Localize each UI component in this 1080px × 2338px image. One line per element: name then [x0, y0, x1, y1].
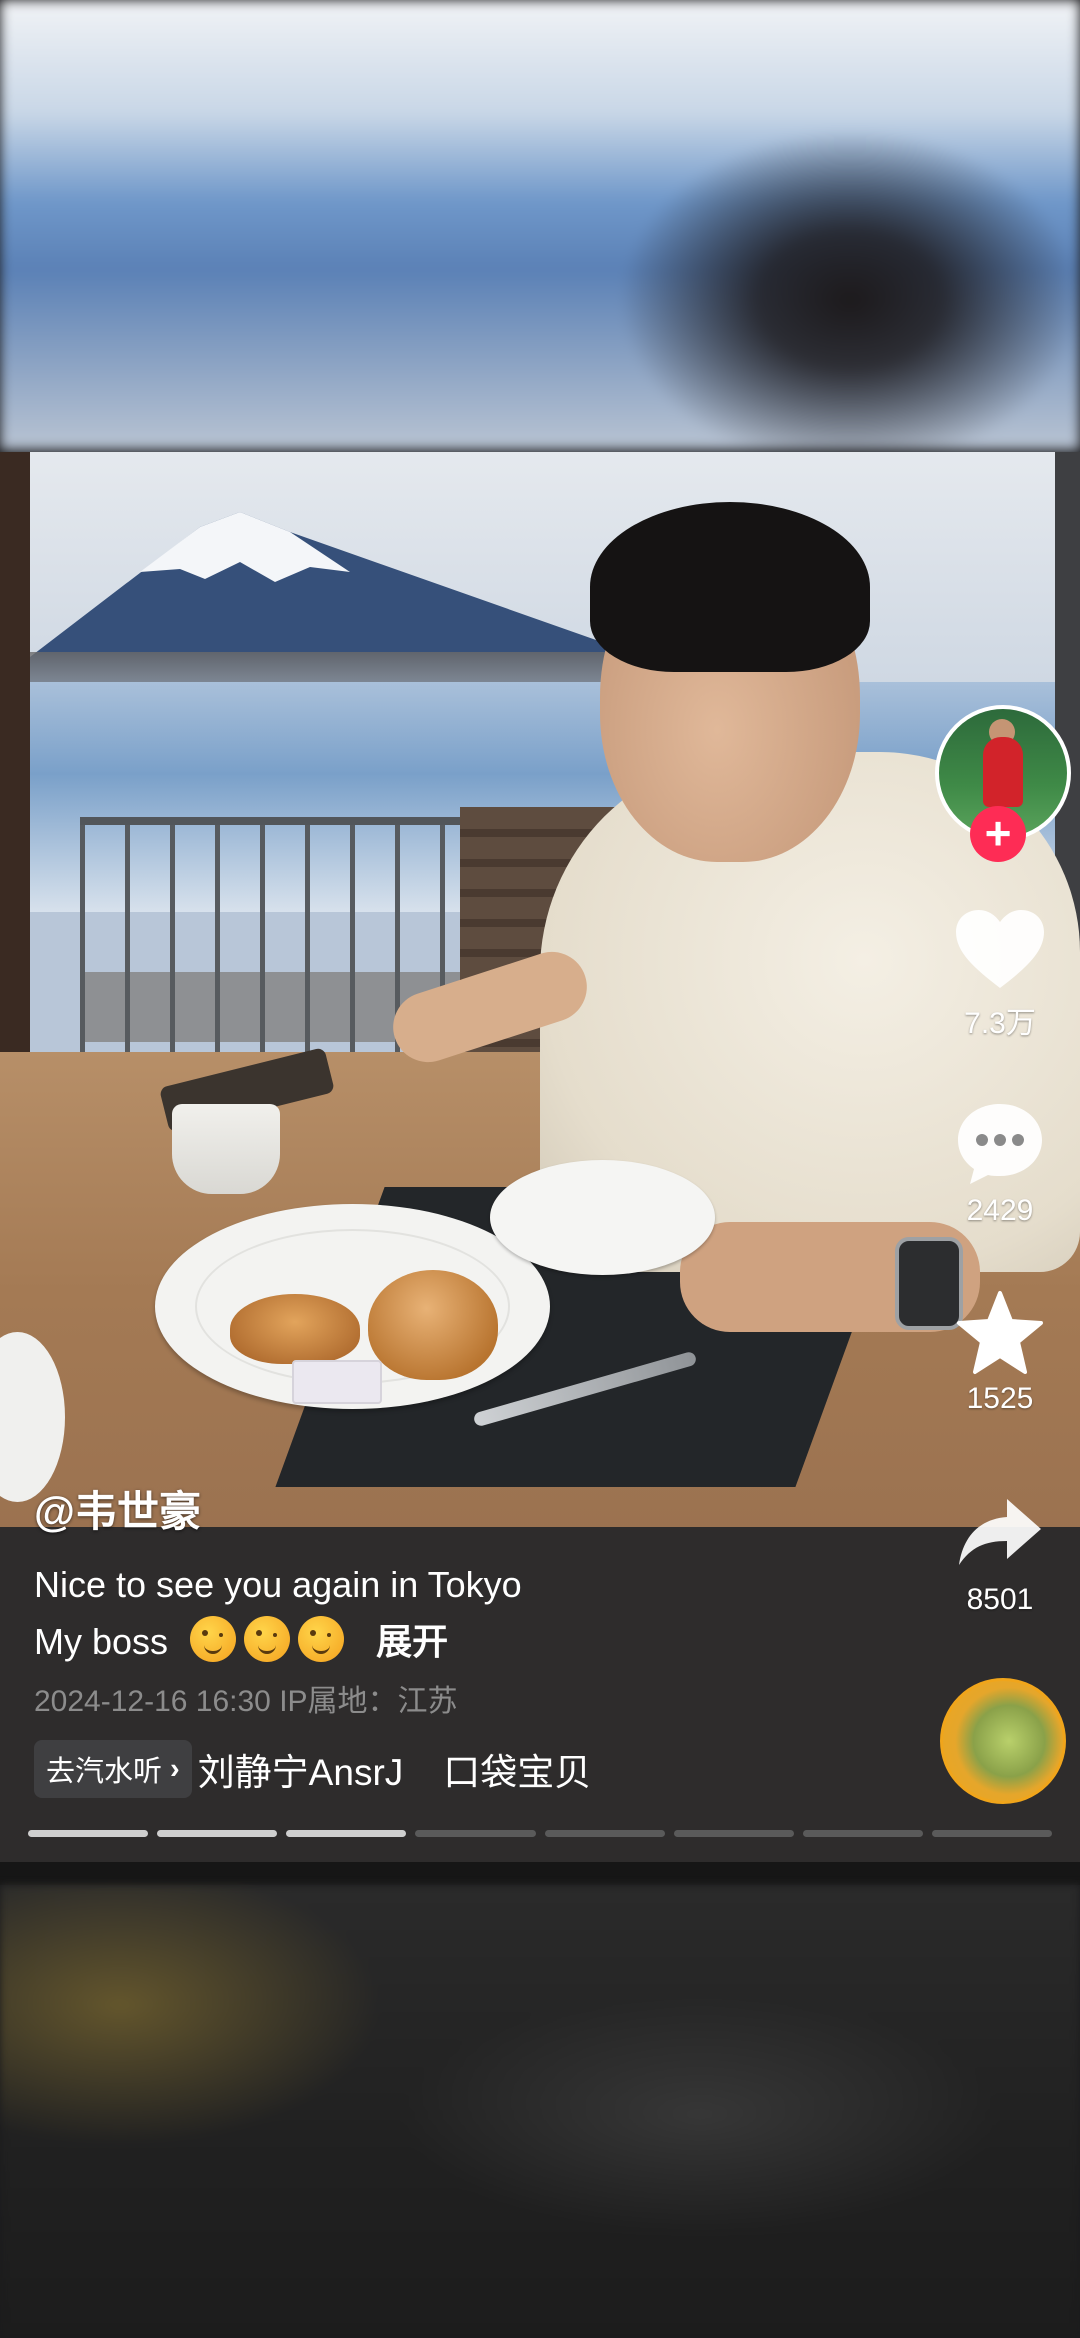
music-info[interactable]: 刘静宁AnsrJ 口袋宝贝 — [198, 1742, 592, 1796]
divider — [0, 1862, 1080, 1885]
post-date-location: 2024-12-16 16:30 IP属地：江苏 — [34, 1685, 458, 1718]
progress-segment — [286, 1830, 407, 1837]
favorite-button[interactable]: 1525 — [940, 1290, 1060, 1416]
progress-segment — [28, 1830, 149, 1837]
share-button[interactable]: 8501 — [940, 1493, 1060, 1617]
progress-segment — [931, 1830, 1052, 1837]
progress-segment — [544, 1830, 665, 1837]
image-progress-bar[interactable] — [28, 1830, 1052, 1837]
like-count: 7.3万 — [964, 1007, 1036, 1040]
share-count: 8501 — [966, 1583, 1034, 1616]
progress-segment — [157, 1830, 278, 1837]
winking-emoji-icon — [190, 1616, 237, 1662]
expand-button[interactable]: 展开 — [376, 1621, 448, 1662]
photo-person-hair — [590, 502, 870, 672]
like-button[interactable]: 7.3万 — [940, 908, 1060, 1042]
comment-icon — [958, 1104, 1042, 1184]
photo-window-frame — [0, 452, 30, 1132]
comment-button[interactable]: 2429 — [940, 1100, 1060, 1228]
chevron-right-icon: › — [170, 1752, 180, 1785]
next-video-blur — [0, 1885, 1080, 2338]
winking-emoji-icon — [244, 1616, 291, 1662]
star-icon — [957, 1291, 1043, 1374]
comment-count: 2429 — [966, 1194, 1034, 1227]
music-row: 去汽水听 › 刘静宁AnsrJ 口袋宝贝 — [34, 1740, 591, 1798]
caption-line-1: Nice to see you again in Tokyo — [34, 1564, 522, 1605]
music-artist: 刘静宁AnsrJ — [197, 1752, 404, 1793]
favorite-count: 1525 — [966, 1382, 1034, 1415]
music-disc-icon[interactable] — [940, 1678, 1066, 1804]
photo-cup — [172, 1104, 280, 1194]
video-photo[interactable] — [0, 452, 1080, 1527]
share-icon — [959, 1499, 1041, 1565]
follow-button[interactable]: + — [970, 806, 1026, 862]
caption-line-2-text: My boss — [34, 1621, 169, 1662]
video-caption[interactable]: Nice to see you again in Tokyo My boss 展… — [34, 1556, 522, 1670]
music-button-label: 去汽水听 — [46, 1756, 163, 1788]
photo-croissant — [230, 1294, 360, 1364]
progress-segment — [802, 1830, 923, 1837]
previous-video-blur — [0, 0, 1080, 450]
caption-line-2: My boss 展开 — [34, 1613, 522, 1670]
photo-jam — [292, 1360, 382, 1404]
heart-icon — [956, 910, 1044, 988]
author-name[interactable]: @韦世豪 — [34, 1478, 201, 1539]
music-title: 口袋宝贝 — [443, 1752, 592, 1793]
photo-small-plate — [490, 1160, 715, 1275]
progress-segment — [673, 1830, 794, 1837]
winking-emoji-icon — [298, 1616, 345, 1662]
open-in-qishui-button[interactable]: 去汽水听 › — [34, 1740, 192, 1798]
photo-bread-bun — [368, 1270, 498, 1380]
progress-segment — [415, 1830, 536, 1837]
